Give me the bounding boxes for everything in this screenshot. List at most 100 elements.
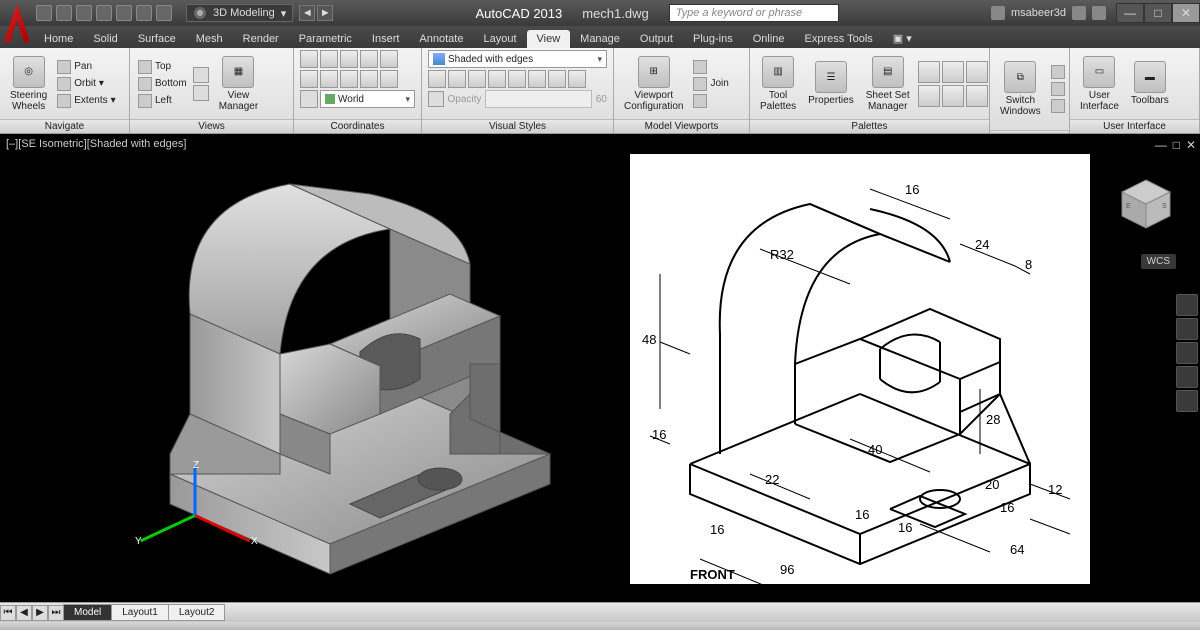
opacity-icon[interactable]: [428, 91, 444, 107]
vs-icon-6[interactable]: [528, 70, 546, 88]
navbar-wheel-icon[interactable]: [1176, 294, 1198, 316]
tab-view[interactable]: View: [527, 30, 571, 48]
tab-first-icon[interactable]: ⏮: [0, 605, 16, 621]
pal-icon-2[interactable]: [942, 61, 964, 83]
tab-online[interactable]: Online: [743, 30, 795, 48]
ucs-icon-7[interactable]: [320, 70, 338, 88]
qat-open-icon[interactable]: [56, 5, 72, 21]
qat-plot-icon[interactable]: [116, 5, 132, 21]
ucs-named-icon[interactable]: [300, 90, 318, 108]
navbar-zoom-icon[interactable]: [1176, 342, 1198, 364]
ucs-icon-10[interactable]: [380, 70, 398, 88]
signin-icon[interactable]: [991, 6, 1005, 20]
tab-parametric[interactable]: Parametric: [289, 30, 362, 48]
pal-icon-5[interactable]: [942, 85, 964, 107]
orbit-button[interactable]: Orbit ▾: [55, 76, 117, 92]
tab-next-icon[interactable]: ▶: [32, 605, 48, 621]
vs-icon-8[interactable]: [568, 70, 586, 88]
user-name[interactable]: msabeer3d: [1011, 7, 1066, 19]
view-top-button[interactable]: Top: [136, 59, 189, 75]
wcs-badge[interactable]: WCS: [1141, 254, 1176, 269]
win-icon-2[interactable]: [1051, 82, 1065, 96]
pal-icon-3[interactable]: [966, 61, 988, 83]
sheet-set-button[interactable]: ▤Sheet Set Manager: [862, 54, 914, 114]
tab-mesh[interactable]: Mesh: [186, 30, 233, 48]
tab-annotate[interactable]: Annotate: [409, 30, 473, 48]
nav-fwd-icon[interactable]: ►: [317, 5, 333, 21]
toolbars-button[interactable]: ▬Toolbars: [1127, 59, 1173, 108]
properties-button[interactable]: ☰Properties: [804, 59, 858, 108]
tab-express[interactable]: Express Tools: [795, 30, 883, 48]
ucs-icon-1[interactable]: [300, 50, 318, 68]
vp-close-icon[interactable]: ✕: [1186, 138, 1196, 152]
vp-maximize-icon[interactable]: □: [1173, 138, 1180, 152]
visual-style-combo[interactable]: Shaded with edges ▾: [428, 50, 607, 68]
pal-icon-4[interactable]: [918, 85, 940, 107]
tab-layout2[interactable]: Layout2: [168, 604, 226, 621]
navbar-showmotion-icon[interactable]: [1176, 390, 1198, 412]
workspace-switcher[interactable]: 3D Modeling ▾: [186, 4, 293, 22]
ucs-combo[interactable]: World ▾: [320, 90, 415, 108]
win-icon-3[interactable]: [1051, 99, 1065, 113]
vs-icon-7[interactable]: [548, 70, 566, 88]
ucs-icon-8[interactable]: [340, 70, 358, 88]
pal-icon-1[interactable]: [918, 61, 940, 83]
pan-button[interactable]: Pan: [55, 59, 117, 75]
qat-undo-icon[interactable]: [136, 5, 152, 21]
ucs-icon-5[interactable]: [380, 50, 398, 68]
view-bottom-button[interactable]: Bottom: [136, 76, 189, 92]
navbar-orbit-icon[interactable]: [1176, 366, 1198, 388]
tool-palettes-button[interactable]: ▥Tool Palettes: [756, 54, 800, 114]
vs-icon-5[interactable]: [508, 70, 526, 88]
qat-save-icon[interactable]: [76, 5, 92, 21]
minimize-button[interactable]: —: [1116, 3, 1144, 23]
view-scroll-down[interactable]: [193, 85, 209, 101]
tab-output[interactable]: Output: [630, 30, 683, 48]
ucs-icon-3[interactable]: [340, 50, 358, 68]
view-cube[interactable]: S E: [1116, 174, 1176, 234]
join-vp-button[interactable]: Join: [691, 76, 730, 92]
tab-layout1[interactable]: Layout1: [111, 604, 169, 621]
drawing-area[interactable]: [–][SE Isometric][Shaded with edges] — □…: [0, 134, 1200, 602]
tab-plugins[interactable]: Plug-ins: [683, 30, 743, 48]
ucs-icon-9[interactable]: [360, 70, 378, 88]
opacity-slider[interactable]: [485, 90, 591, 108]
help-icon[interactable]: [1092, 6, 1106, 20]
tab-render[interactable]: Render: [233, 30, 289, 48]
viewport-config-button[interactable]: ⊞ Viewport Configuration: [620, 54, 687, 114]
view-manager-button[interactable]: ▦ View Manager: [215, 54, 262, 114]
navbar-pan-icon[interactable]: [1176, 318, 1198, 340]
switch-windows-button[interactable]: ⧉Switch Windows: [996, 59, 1045, 119]
steering-wheels-button[interactable]: ◎ Steering Wheels: [6, 54, 51, 114]
close-button[interactable]: ✕: [1172, 3, 1200, 23]
qat-saveas-icon[interactable]: [96, 5, 112, 21]
view-left-button[interactable]: Left: [136, 93, 189, 109]
user-interface-button[interactable]: ▭User Interface: [1076, 54, 1123, 114]
tab-layout[interactable]: Layout: [473, 30, 526, 48]
maximize-button[interactable]: □: [1144, 3, 1172, 23]
viewport-label[interactable]: [–][SE Isometric][Shaded with edges]: [6, 138, 186, 150]
vs-icon-1[interactable]: [428, 70, 446, 88]
tab-home[interactable]: Home: [34, 30, 83, 48]
tab-prev-icon[interactable]: ◀: [16, 605, 32, 621]
pal-icon-6[interactable]: [966, 85, 988, 107]
search-input[interactable]: Type a keyword or phrase: [669, 4, 839, 22]
tab-surface[interactable]: Surface: [128, 30, 186, 48]
vs-icon-2[interactable]: [448, 70, 466, 88]
named-vp-button[interactable]: [691, 59, 730, 75]
vs-icon-4[interactable]: [488, 70, 506, 88]
extents-button[interactable]: Extents ▾: [55, 93, 117, 109]
tab-last-icon[interactable]: ⏭: [48, 605, 64, 621]
exchange-icon[interactable]: [1072, 6, 1086, 20]
qat-new-icon[interactable]: [36, 5, 52, 21]
view-scroll-up[interactable]: [193, 67, 209, 83]
win-icon-1[interactable]: [1051, 65, 1065, 79]
tab-overflow-icon[interactable]: ▣ ▾: [883, 29, 922, 48]
ucs-icon-6[interactable]: [300, 70, 318, 88]
vp-minimize-icon[interactable]: —: [1155, 138, 1167, 152]
qat-redo-icon[interactable]: [156, 5, 172, 21]
restore-vp-button[interactable]: [691, 93, 730, 109]
tab-model[interactable]: Model: [63, 604, 112, 621]
tab-solid[interactable]: Solid: [83, 30, 127, 48]
ucs-icon-2[interactable]: [320, 50, 338, 68]
